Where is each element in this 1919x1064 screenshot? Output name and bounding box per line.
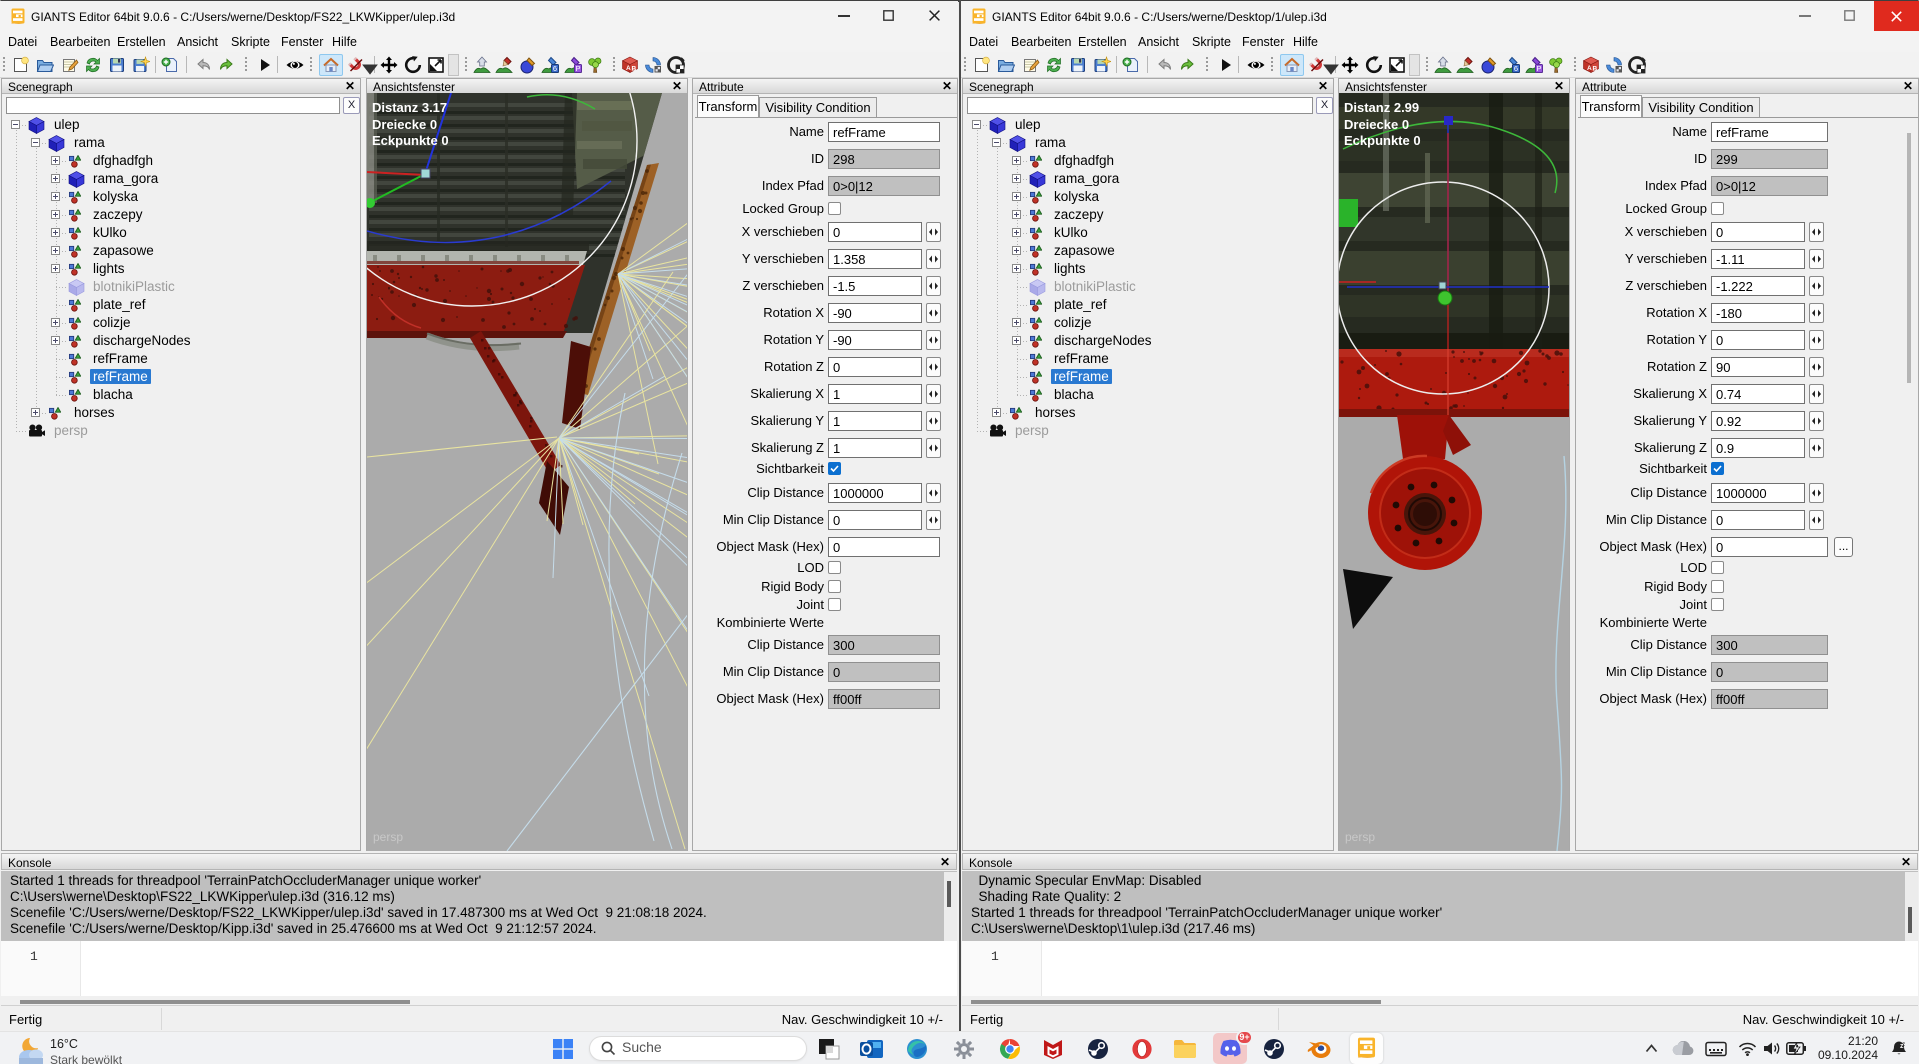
svg-text:A: A — [626, 65, 631, 72]
svg-text:P: P — [1536, 64, 1541, 73]
svg-text:6: 6 — [553, 64, 557, 73]
svg-text:6: 6 — [1514, 64, 1518, 73]
svg-text:P: P — [575, 64, 580, 73]
svg-text:B: B — [632, 66, 637, 73]
svg-text:A: A — [1587, 65, 1592, 72]
svg-text:z: z — [1903, 1042, 1906, 1048]
svg-text:B: B — [1593, 66, 1598, 73]
